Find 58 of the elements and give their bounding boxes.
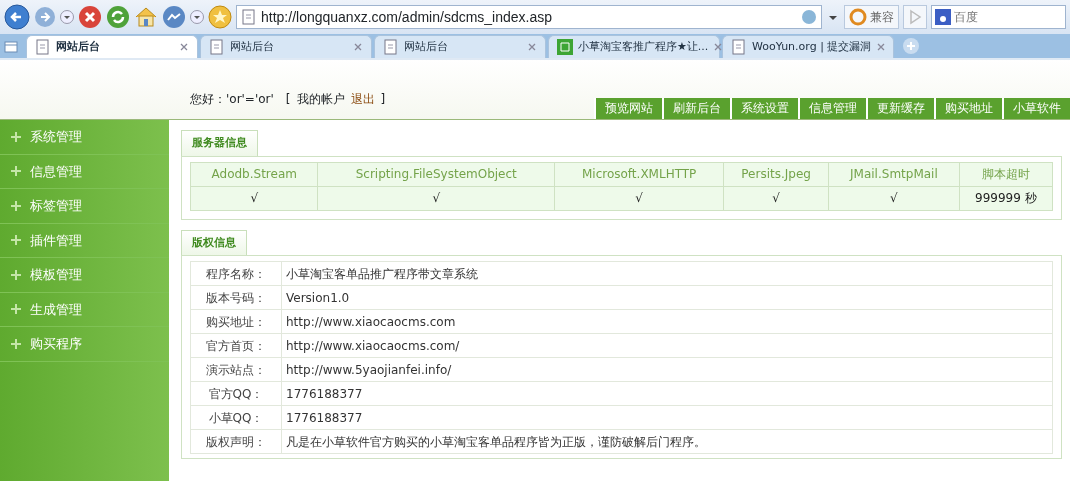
nav-button[interactable]: 刷新后台: [662, 98, 730, 119]
field-value: 凡是在小草软件官方购买的小草淘宝客单品程序皆为正版，谨防破解后门程序。: [281, 429, 1053, 454]
field-value: http://www.xiaocaocms.com/: [281, 333, 1053, 358]
nav-button[interactable]: 小草软件: [1002, 98, 1070, 119]
browser-tab[interactable]: WooYun.org | 提交漏洞: [722, 35, 894, 58]
sidebar-item[interactable]: 信息管理: [0, 154, 169, 189]
field-label: 小草QQ：: [190, 405, 282, 430]
column-header: Adodb.Stream: [190, 162, 318, 186]
field-value: 小草淘宝客单品推广程序带文章系统: [281, 261, 1053, 286]
field-value: http://www.xiaocaocms.com: [281, 309, 1053, 334]
account-link[interactable]: 我的帐户: [296, 90, 345, 108]
column-header: 脚本超时: [959, 162, 1053, 186]
browser-tab[interactable]: 网站后台: [374, 35, 546, 58]
field-value: 1776188377: [281, 405, 1053, 430]
browser-tab[interactable]: 网站后台: [26, 35, 198, 58]
logout-link[interactable]: 退出: [350, 90, 375, 108]
sidebar-item[interactable]: 模板管理: [0, 258, 169, 293]
field-label: 购买地址：: [190, 309, 282, 334]
address-bar[interactable]: http://longquanxz.com/admin/sdcms_index.asp: [236, 5, 822, 29]
bracket-text: ]: [380, 91, 386, 108]
sidebar-item[interactable]: 购买程序: [0, 327, 169, 362]
sidebar-item[interactable]: 标签管理: [0, 189, 169, 224]
sidebar-item[interactable]: 生成管理: [0, 292, 169, 327]
column-header: Persits.Jpeg: [723, 162, 829, 186]
field-value: http://www.5yaojianfei.info/: [281, 357, 1053, 382]
panel-tab[interactable]: 服务器信息: [181, 130, 258, 156]
greeting-text: 您好：'or'='or': [190, 91, 274, 108]
table-cell: √: [828, 186, 960, 210]
nav-button[interactable]: 系统设置: [730, 98, 798, 119]
table-cell: √: [318, 186, 555, 210]
field-label: 版权声明：: [190, 429, 282, 454]
compat-button[interactable]: 兼容: [844, 5, 899, 29]
browser-tab[interactable]: 网站后台: [200, 35, 372, 58]
column-header: JMail.SmtpMail: [828, 162, 960, 186]
panel-tab[interactable]: 版权信息: [181, 229, 247, 255]
search-field[interactable]: 百度: [931, 5, 1066, 29]
field-label: 演示站点：: [190, 357, 282, 382]
table-cell: √: [190, 186, 318, 210]
field-value: 1776188377: [281, 381, 1053, 406]
field-value: Version1.0: [281, 285, 1053, 310]
nav-button[interactable]: 预览网站: [594, 98, 662, 119]
table-cell: √: [723, 186, 829, 210]
nav-button[interactable]: 更新缓存: [866, 98, 934, 119]
column-header: Scripting.FileSystemObject: [318, 162, 555, 186]
nav-button[interactable]: 信息管理: [798, 98, 866, 119]
field-label: 官方QQ：: [190, 381, 282, 406]
sidebar-item[interactable]: 插件管理: [0, 223, 169, 258]
browser-tab[interactable]: 小草淘宝客推广程序★让...: [548, 35, 720, 58]
field-label: 官方首页：: [190, 333, 282, 358]
table-cell: √: [554, 186, 724, 210]
table-cell: 999999 秒: [959, 186, 1053, 210]
url-text: http://longquanxz.com/admin/sdcms_index.asp: [261, 7, 554, 27]
nav-button[interactable]: 购买地址: [934, 98, 1002, 119]
bracket-text: [: [285, 91, 291, 108]
sidebar-item[interactable]: 系统管理: [0, 120, 169, 155]
field-label: 版本号码：: [190, 285, 282, 310]
column-header: Microsoft.XMLHTTP: [554, 162, 724, 186]
field-label: 程序名称：: [190, 261, 282, 286]
